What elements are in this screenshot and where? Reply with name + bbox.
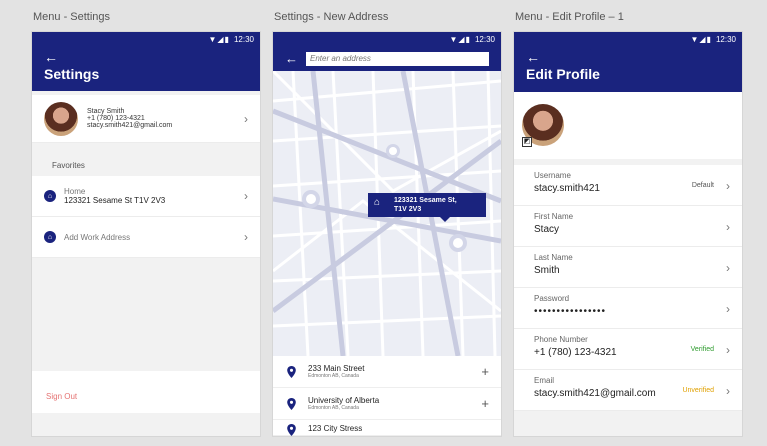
settings-screen: ▼◢▮ 12:30 ← Settings Stacy Smith +1 (780… bbox=[32, 32, 260, 436]
chevron-right-icon: › bbox=[726, 261, 730, 275]
favorites-label: Favorites bbox=[52, 161, 85, 170]
field-label: Last Name bbox=[534, 253, 573, 262]
status-bar: ▼◢▮ 12:30 bbox=[32, 32, 260, 46]
user-phone: +1 (780) 123-4321 bbox=[87, 115, 145, 122]
first-name-field[interactable]: First Name Stacy › bbox=[514, 206, 742, 247]
field-label: First Name bbox=[534, 212, 574, 221]
password-field[interactable]: Password •••••••••••••••• › bbox=[514, 288, 742, 329]
selected-location-pin[interactable]: ⌂ 123321 Sesame St, T1V 2V3 bbox=[368, 193, 486, 222]
plus-icon[interactable]: + bbox=[481, 396, 489, 411]
status-icons: ▼◢▮ bbox=[449, 34, 471, 44]
edit-icon[interactable]: ◩ bbox=[522, 137, 532, 147]
avatar bbox=[44, 101, 78, 136]
pin-address-line1: 123321 Sesame St, bbox=[394, 197, 457, 204]
chevron-right-icon: › bbox=[726, 220, 730, 234]
pin-address-line2: T1V 2V3 bbox=[394, 206, 422, 213]
page-title: Settings bbox=[44, 66, 100, 82]
result-name: University of Alberta bbox=[308, 396, 380, 405]
chevron-right-icon: › bbox=[726, 179, 730, 193]
result-name: 123 City Stress bbox=[308, 424, 363, 433]
field-label: Username bbox=[534, 171, 571, 180]
list-item[interactable]: 233 Main Street Edmonton AB, Canada + bbox=[273, 356, 501, 388]
settings-app-bar: ← Settings bbox=[32, 46, 260, 91]
phone-number-field[interactable]: Phone Number +1 (780) 123-4321 Verified … bbox=[514, 329, 742, 370]
artboard-label-new-address: Settings - New Address bbox=[274, 11, 389, 23]
home-address-row[interactable]: ⌂ Home 123321 Sesame St T1V 2V3 › bbox=[32, 176, 260, 217]
chevron-right-icon: › bbox=[726, 302, 730, 316]
profile-photo-section: ◩ bbox=[514, 92, 742, 159]
location-pin-icon bbox=[287, 397, 296, 410]
field-value: Smith bbox=[534, 265, 560, 276]
field-label: Password bbox=[534, 294, 570, 303]
home-address: 123321 Sesame St T1V 2V3 bbox=[64, 196, 166, 205]
user-name: Stacy Smith bbox=[87, 108, 125, 115]
field-label: Email bbox=[534, 376, 555, 385]
add-work-label: Add Work Address bbox=[64, 232, 131, 242]
result-name: 233 Main Street bbox=[308, 364, 365, 373]
home-icon: ⌂ bbox=[374, 197, 381, 208]
back-arrow-icon[interactable]: ← bbox=[526, 50, 730, 64]
sign-out-row[interactable]: Sign Out bbox=[32, 371, 260, 413]
plus-icon[interactable]: + bbox=[481, 364, 489, 379]
user-email: stacy.smith421@gmail.com bbox=[87, 122, 173, 129]
default-badge: Default bbox=[691, 182, 714, 189]
result-sub: Edmonton AB, Canada bbox=[308, 405, 359, 411]
chevron-right-icon: › bbox=[726, 343, 730, 357]
address-search-input[interactable] bbox=[306, 51, 489, 66]
location-pin-icon bbox=[287, 424, 296, 436]
chevron-right-icon: › bbox=[244, 111, 248, 126]
list-item[interactable]: University of Alberta Edmonton AB, Canad… bbox=[273, 388, 501, 420]
field-label: Phone Number bbox=[534, 335, 588, 344]
chevron-right-icon: › bbox=[244, 230, 248, 244]
status-icons: ▼◢▮ bbox=[208, 34, 230, 44]
status-bar: ▼◢▮ 12:30 bbox=[514, 32, 742, 46]
home-icon: ⌂ bbox=[44, 190, 56, 202]
map-view[interactable]: ⌂ 123321 Sesame St, T1V 2V3 bbox=[273, 71, 501, 356]
work-icon: ⌂ bbox=[44, 231, 56, 243]
result-sub: Edmonton AB, Canada bbox=[308, 373, 359, 379]
profile-row[interactable]: Stacy Smith +1 (780) 123-4321 stacy.smit… bbox=[32, 95, 260, 143]
status-icons: ▼◢▮ bbox=[690, 34, 712, 44]
artboard-label-edit-profile: Menu - Edit Profile – 1 bbox=[515, 11, 624, 23]
page-title: Edit Profile bbox=[526, 66, 600, 82]
verified-badge: Verified bbox=[690, 346, 714, 353]
unverified-badge: Unverified bbox=[682, 387, 714, 394]
field-value: •••••••••••••••• bbox=[534, 306, 607, 317]
status-time: 12:30 bbox=[715, 34, 736, 44]
last-name-field[interactable]: Last Name Smith › bbox=[514, 247, 742, 288]
address-results-list: 233 Main Street Edmonton AB, Canada + Un… bbox=[273, 356, 501, 436]
sign-out-button[interactable]: Sign Out bbox=[46, 392, 77, 401]
back-arrow-icon[interactable]: ← bbox=[44, 50, 248, 64]
edit-profile-app-bar: ← Edit Profile bbox=[514, 46, 742, 92]
chevron-right-icon: › bbox=[244, 189, 248, 203]
search-bar: ← bbox=[273, 46, 501, 71]
username-field[interactable]: Username stacy.smith421 Default › bbox=[514, 165, 742, 206]
status-time: 12:30 bbox=[474, 34, 495, 44]
status-bar: ▼◢▮ 12:30 bbox=[273, 32, 501, 46]
status-time: 12:30 bbox=[233, 34, 254, 44]
new-address-screen: ▼◢▮ 12:30 ← Enter an address ⌂ 123321 Se… bbox=[273, 32, 501, 436]
back-arrow-icon[interactable]: ← bbox=[285, 51, 298, 66]
home-label: Home bbox=[64, 187, 86, 196]
edit-profile-screen: ▼◢▮ 12:30 ← Edit Profile ◩ Username stac… bbox=[514, 32, 742, 436]
artboard-label-settings: Menu - Settings bbox=[33, 11, 111, 23]
location-pin-icon bbox=[287, 365, 296, 378]
list-item[interactable]: 123 City Stress bbox=[273, 420, 501, 436]
chevron-right-icon: › bbox=[726, 384, 730, 398]
email-field[interactable]: Email stacy.smith421@gmail.com Unverifie… bbox=[514, 370, 742, 411]
field-value: Stacy bbox=[534, 224, 560, 235]
add-work-address-row[interactable]: ⌂ Add Work Address › bbox=[32, 217, 260, 258]
